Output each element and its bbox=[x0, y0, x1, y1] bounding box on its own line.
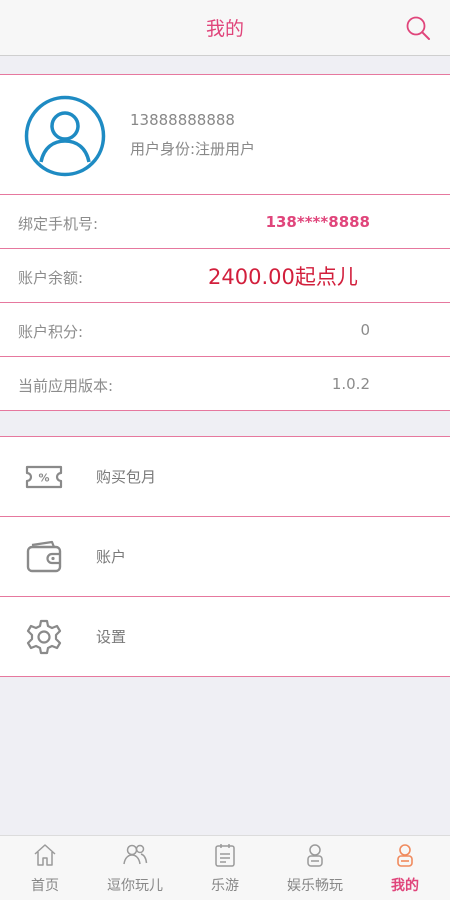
profile-icon bbox=[397, 844, 413, 867]
menu-label: 账户 bbox=[96, 548, 127, 566]
avatar-icon bbox=[24, 95, 106, 177]
tab-entertainment[interactable]: 娱乐畅玩 bbox=[270, 836, 360, 900]
page-title: 我的 bbox=[205, 18, 244, 40]
menu-item-account[interactable]: 账户 bbox=[0, 517, 450, 597]
info-row-points: 账户积分: 0 bbox=[0, 303, 450, 357]
tab-funny[interactable]: 逗你玩儿 bbox=[90, 836, 180, 900]
menu-label: 购买包月 bbox=[96, 468, 157, 486]
menu-item-monthly-package[interactable]: % 购买包月 bbox=[0, 437, 450, 517]
info-label: 账户余额: bbox=[18, 269, 84, 287]
tab-label: 我的 bbox=[391, 878, 419, 894]
bound-phone-value: 138****8888 bbox=[265, 213, 370, 231]
wallet-icon bbox=[26, 540, 62, 573]
info-label: 当前应用版本: bbox=[18, 377, 114, 395]
profile-phone: 13888888888 bbox=[130, 111, 235, 129]
points-value: 0 bbox=[360, 321, 370, 339]
balance-value: 2400.00起点儿 bbox=[208, 265, 358, 289]
tab-travel[interactable]: 乐游 bbox=[180, 836, 270, 900]
info-row-version: 当前应用版本: 1.0.2 bbox=[0, 357, 450, 411]
tab-home[interactable]: 首页 bbox=[0, 836, 90, 900]
app-header: 我的 bbox=[0, 0, 450, 56]
info-label: 账户积分: bbox=[18, 323, 84, 341]
profile-role: 用户身份:注册用户 bbox=[130, 140, 256, 158]
users-icon bbox=[123, 844, 148, 865]
info-row-bound-phone: 绑定手机号: 138****8888 bbox=[0, 195, 450, 249]
tab-mine[interactable]: 我的 bbox=[360, 836, 450, 900]
menu-item-settings[interactable]: 设置 bbox=[0, 597, 450, 677]
menu-list: % 购买包月 账户 设置 bbox=[0, 436, 450, 677]
user-icon bbox=[307, 844, 323, 867]
calendar-icon bbox=[215, 844, 235, 867]
search-button[interactable] bbox=[404, 14, 432, 42]
bottom-tab-bar: 首页 逗你玩儿 乐游 娱乐畅玩 我的 bbox=[0, 835, 450, 900]
version-value: 1.0.2 bbox=[331, 375, 370, 393]
tab-label: 首页 bbox=[31, 878, 59, 894]
tab-label: 乐游 bbox=[211, 878, 239, 894]
info-row-balance: 账户余额: 2400.00起点儿 bbox=[0, 249, 450, 303]
tab-label: 逗你玩儿 bbox=[107, 878, 163, 894]
menu-label: 设置 bbox=[96, 628, 127, 646]
home-icon bbox=[34, 844, 56, 866]
svg-text:%: % bbox=[38, 472, 49, 485]
tab-label: 娱乐畅玩 bbox=[287, 878, 343, 894]
gear-icon bbox=[26, 619, 62, 655]
search-icon bbox=[406, 16, 430, 40]
info-label: 绑定手机号: bbox=[18, 215, 99, 233]
coupon-icon: % bbox=[25, 465, 63, 489]
profile-card[interactable]: 13888888888 用户身份:注册用户 bbox=[0, 74, 450, 195]
